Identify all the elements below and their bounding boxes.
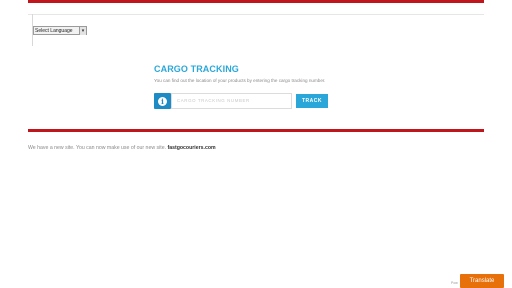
- info-icon: i: [158, 96, 167, 106]
- language-select-label: Select Language: [35, 28, 73, 34]
- language-select[interactable]: Select Language ▾: [33, 26, 87, 35]
- new-site-link[interactable]: fastgocouriers.com: [167, 145, 215, 151]
- info-button: i: [154, 93, 171, 109]
- header-divider: [28, 14, 484, 15]
- page-title: CARGO TRACKING: [154, 64, 239, 74]
- tracking-description: You can find out the location of your pr…: [154, 78, 326, 83]
- translate-button[interactable]: Translate: [460, 274, 504, 288]
- track-button[interactable]: TRACK: [296, 94, 328, 108]
- section-red-bar: [28, 129, 484, 132]
- notice-text: We have a new site. You can now make use…: [28, 145, 167, 151]
- tracking-number-input[interactable]: CARGO TRACKING NUMBER: [171, 93, 292, 109]
- chevron-down-icon[interactable]: ▾: [79, 27, 86, 35]
- top-red-bar: [28, 0, 484, 3]
- powered-by-text: Pow: [451, 281, 458, 285]
- new-site-notice: We have a new site. You can now make use…: [28, 145, 216, 151]
